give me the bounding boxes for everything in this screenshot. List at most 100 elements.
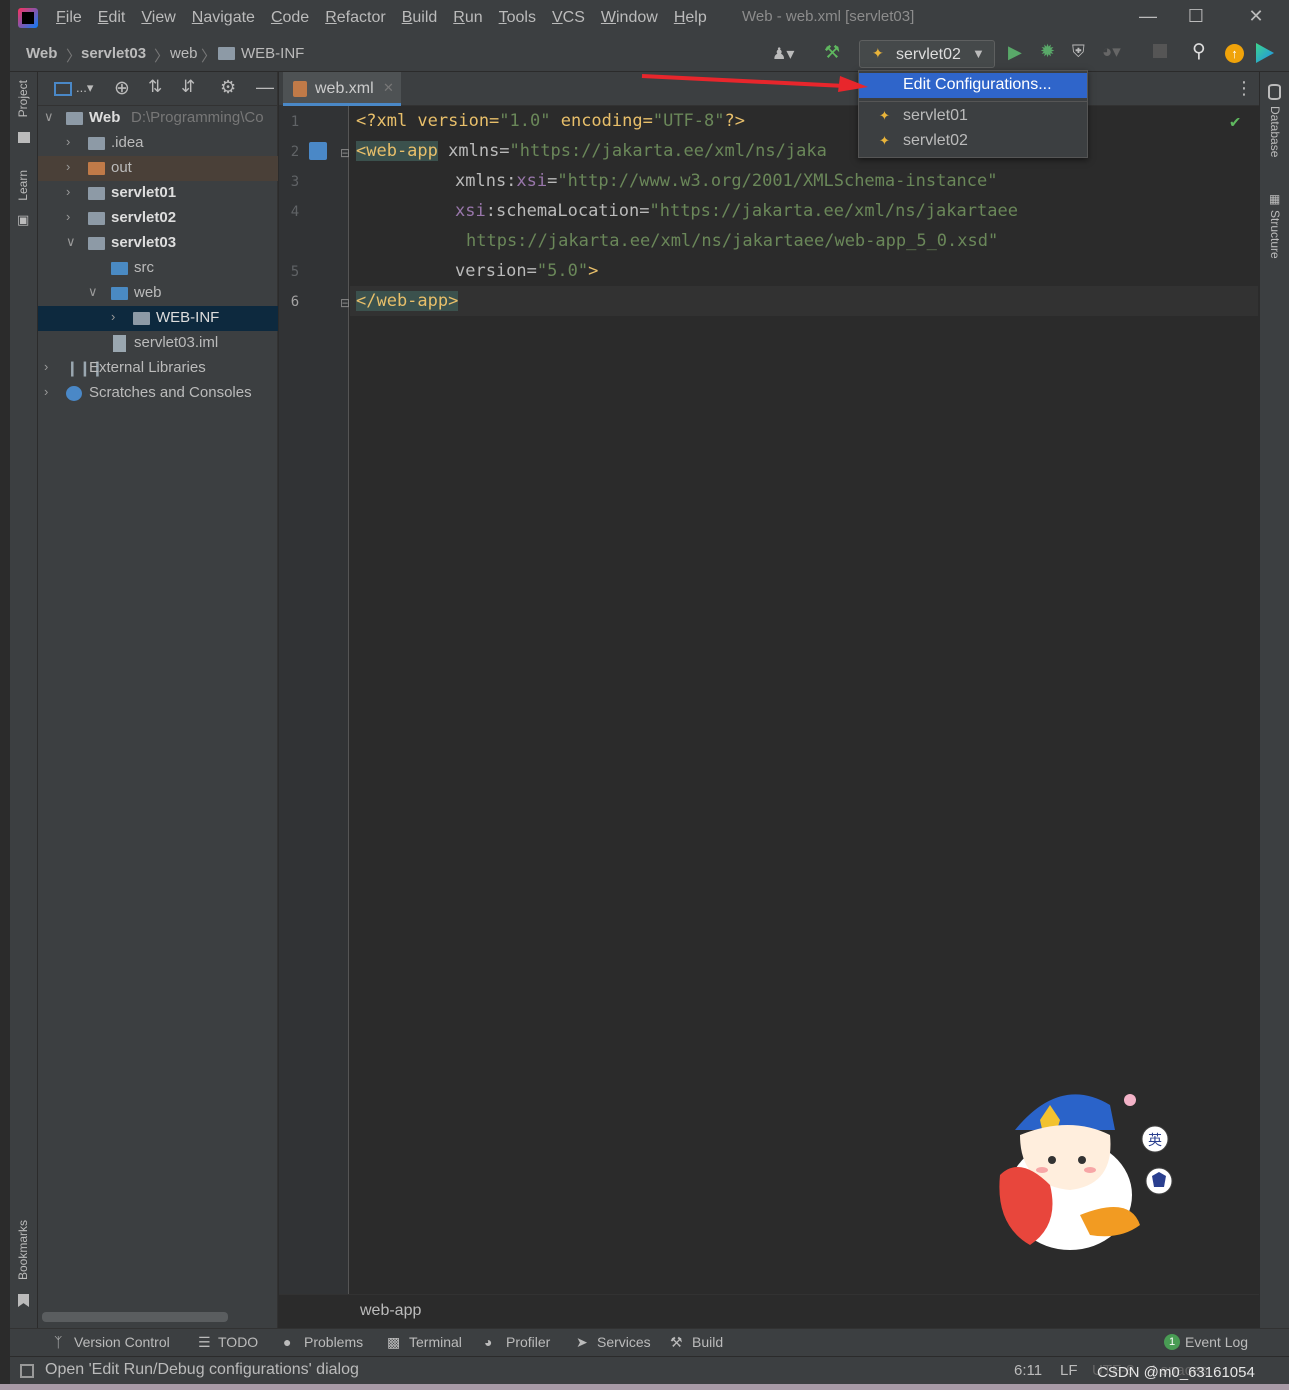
annotation-arrow bbox=[641, 74, 868, 92]
tree-path: D:\Programming\Co bbox=[131, 109, 264, 126]
debug-bug-icon[interactable]: ✹ bbox=[1040, 41, 1055, 62]
structure-tool-tab[interactable]: Structure bbox=[1268, 210, 1282, 259]
build-hammer-icon: ⚒ bbox=[670, 1334, 683, 1350]
tool-terminal[interactable]: Terminal bbox=[409, 1334, 462, 1350]
tool-version-control[interactable]: Version Control bbox=[74, 1334, 170, 1350]
breadcrumb-web-folder[interactable]: web bbox=[170, 45, 198, 62]
tree-item-servlet02[interactable]: › servlet02 bbox=[38, 206, 278, 231]
close-tab-icon[interactable]: ✕ bbox=[383, 80, 394, 96]
tab-web-xml[interactable]: web.xml ✕ bbox=[283, 72, 401, 106]
menu-window[interactable]: Window bbox=[593, 9, 666, 27]
menu-code[interactable]: Code bbox=[263, 9, 317, 27]
menu-help[interactable]: Help bbox=[666, 9, 715, 27]
module-folder-icon bbox=[88, 187, 105, 200]
tomcat-icon: ✦ bbox=[872, 45, 884, 61]
fold-icon[interactable]: ⊟ bbox=[340, 146, 350, 160]
tool-event-log[interactable]: Event Log bbox=[1185, 1334, 1248, 1350]
collapse-all-icon[interactable]: ⇵ bbox=[181, 77, 195, 97]
close-window-button[interactable]: ✕ bbox=[1242, 6, 1270, 30]
build-hammer-icon[interactable]: ⚒ bbox=[824, 42, 840, 63]
tree-label: servlet01 bbox=[111, 184, 177, 201]
tree-root-web[interactable]: ∨ Web D:\Programming\Co bbox=[38, 106, 278, 131]
toggle-tool-windows-icon[interactable] bbox=[20, 1364, 34, 1378]
tree-label: src bbox=[134, 259, 154, 276]
menu-file[interactable]: File bbox=[48, 9, 90, 27]
chevron-down-icon[interactable]: ...▾ bbox=[76, 80, 93, 96]
tree-item-web[interactable]: ∨ web bbox=[38, 281, 278, 306]
code-with-me-icon[interactable] bbox=[1256, 43, 1274, 63]
maximize-button[interactable]: ☐ bbox=[1182, 6, 1210, 30]
menu-run[interactable]: Run bbox=[445, 9, 490, 27]
project-tool-tab[interactable]: Project bbox=[16, 80, 30, 117]
tree-item-scratches[interactable]: › Scratches and Consoles bbox=[38, 381, 278, 406]
chevron-down-icon: ▼ bbox=[972, 46, 985, 61]
tree-item-servlet01[interactable]: › servlet01 bbox=[38, 181, 278, 206]
editor-breadcrumb[interactable]: web-app bbox=[360, 1302, 421, 1320]
bookmark-icon bbox=[18, 1294, 29, 1307]
tool-todo[interactable]: TODO bbox=[218, 1334, 258, 1350]
expand-all-icon[interactable]: ⇅ bbox=[148, 77, 162, 97]
coverage-icon[interactable]: ⛨ bbox=[1072, 42, 1085, 62]
database-icon bbox=[1268, 84, 1281, 100]
bookmarks-tool-tab[interactable]: Bookmarks bbox=[16, 1220, 30, 1280]
breadcrumb-servlet03[interactable]: servlet03 bbox=[81, 45, 146, 62]
menu-bar: File Edit View Navigate Code Refactor Bu… bbox=[10, 0, 1289, 36]
database-tool-tab[interactable]: Database bbox=[1268, 106, 1282, 157]
update-icon[interactable]: ↑ bbox=[1225, 44, 1244, 63]
servlet01-config-item[interactable]: ✦ servlet01 bbox=[859, 104, 1087, 129]
user-icon[interactable]: ♟▾ bbox=[772, 44, 794, 64]
servlet02-config-item[interactable]: ✦ servlet02 bbox=[859, 129, 1087, 154]
more-options-icon[interactable]: ⋮ bbox=[1235, 78, 1253, 99]
line-number: 1 bbox=[290, 114, 300, 130]
locate-icon[interactable]: ⊕ bbox=[114, 77, 130, 100]
tree-label: Web bbox=[89, 109, 121, 126]
fold-icon[interactable]: ⊟ bbox=[340, 296, 350, 310]
tree-label: servlet03 bbox=[111, 234, 177, 251]
tool-problems[interactable]: Problems bbox=[304, 1334, 363, 1350]
stop-icon[interactable] bbox=[1153, 44, 1167, 58]
web-facet-gutter-icon[interactable] bbox=[309, 142, 327, 160]
minimize-button[interactable]: — bbox=[1134, 6, 1162, 30]
breadcrumb-web[interactable]: Web bbox=[26, 45, 57, 62]
tool-profiler[interactable]: Profiler bbox=[506, 1334, 550, 1350]
tree-item-idea[interactable]: › .idea bbox=[38, 131, 278, 156]
gear-icon[interactable]: ⚙ bbox=[220, 77, 236, 98]
menu-view[interactable]: View bbox=[133, 9, 183, 27]
menu-divider bbox=[859, 101, 1087, 102]
edit-configurations-item[interactable]: Edit Configurations... bbox=[859, 73, 1087, 98]
learn-tool-tab[interactable]: Learn bbox=[16, 170, 30, 201]
tool-build[interactable]: Build bbox=[692, 1334, 723, 1350]
menu-build[interactable]: Build bbox=[394, 9, 446, 27]
search-icon[interactable]: ⚲ bbox=[1192, 40, 1206, 63]
run-configuration-selector[interactable]: ✦ servlet02 ▼ bbox=[859, 40, 995, 68]
folder-icon bbox=[133, 312, 150, 325]
profile-icon[interactable]: ◕▾ bbox=[1102, 42, 1121, 62]
excluded-folder-icon bbox=[88, 162, 105, 175]
tree-label: WEB-INF bbox=[156, 309, 220, 326]
chevron-right-icon: › bbox=[66, 184, 71, 199]
menu-tools[interactable]: Tools bbox=[491, 9, 544, 27]
horizontal-scrollbar[interactable] bbox=[42, 1312, 228, 1322]
line-separator[interactable]: LF bbox=[1060, 1362, 1078, 1379]
menu-edit[interactable]: Edit bbox=[90, 9, 134, 27]
menu-vcs[interactable]: VCS bbox=[544, 9, 593, 27]
tree-item-servlet03[interactable]: ∨ servlet03 bbox=[38, 231, 278, 256]
tree-item-external-libraries[interactable]: › ❙❙❙ External Libraries bbox=[38, 356, 278, 381]
learn-icon: ▣ bbox=[17, 212, 30, 227]
event-count-badge: 1 bbox=[1164, 1334, 1180, 1350]
menu-navigate[interactable]: Navigate bbox=[184, 9, 263, 27]
tree-item-servlet03-iml[interactable]: servlet03.iml bbox=[38, 331, 278, 356]
tree-item-src[interactable]: src bbox=[38, 256, 278, 281]
run-icon[interactable]: ▶ bbox=[1008, 42, 1022, 63]
hide-panel-icon[interactable]: — bbox=[256, 77, 274, 98]
tool-services[interactable]: Services bbox=[597, 1334, 651, 1350]
web-folder-icon bbox=[111, 287, 128, 300]
view-mode-icon[interactable] bbox=[54, 82, 72, 96]
run-config-dropdown: Edit Configurations... ✦ servlet01 ✦ ser… bbox=[858, 70, 1088, 158]
tree-item-out[interactable]: › out bbox=[38, 156, 278, 181]
module-folder-icon bbox=[66, 112, 83, 125]
caret-position[interactable]: 6:11 bbox=[1014, 1362, 1042, 1379]
menu-refactor[interactable]: Refactor bbox=[317, 9, 393, 27]
breadcrumb-web-inf[interactable]: WEB-INF bbox=[241, 45, 304, 62]
tree-item-web-inf[interactable]: › WEB-INF bbox=[38, 306, 278, 331]
